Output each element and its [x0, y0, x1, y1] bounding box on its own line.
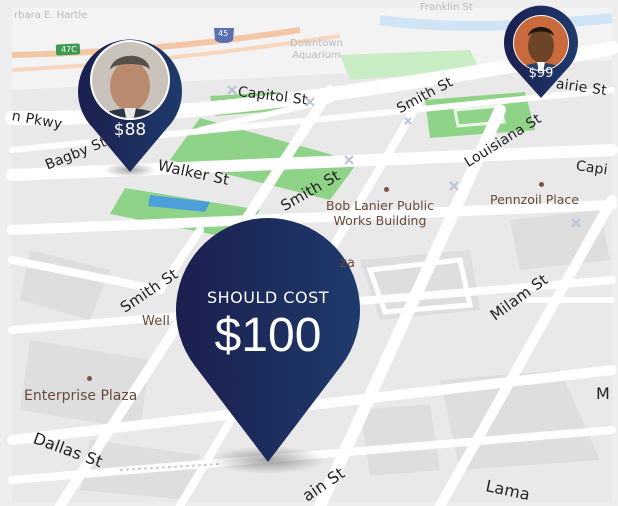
pin-price-label: $100 [214, 309, 322, 362]
poi-label-enterprise-plaza: Enterprise Plaza [24, 388, 138, 404]
highway-shield-47c: 47C [61, 45, 77, 54]
pin-price-label: $88 [113, 120, 147, 140]
street-label-wells-partial: Well [142, 314, 171, 329]
person-avatar [514, 16, 568, 70]
price-pin-left[interactable]: $88 [78, 28, 182, 174]
poi-dot [87, 376, 92, 381]
highway-shield-45: 45 [218, 29, 229, 38]
street-label-m: M [596, 384, 611, 403]
price-pin-right[interactable]: $99 [504, 6, 578, 102]
pin-title-label: SHOULD COST [206, 288, 329, 307]
poi-dot [539, 182, 544, 187]
pin-price-label: $99 [528, 66, 554, 81]
street-label-faint: rbara E. Hartle [14, 10, 88, 21]
poi-label-pennzoil-place: Pennzoil Place [490, 192, 579, 207]
price-pin-main[interactable]: SHOULD COST $100 [176, 228, 360, 464]
map-view[interactable]: rbara E. Hartle Franklin St Downtown Aqu… [0, 0, 618, 506]
poi-dot [384, 187, 389, 192]
person-avatar [92, 42, 168, 118]
poi-label-bob-lanier: Bob Lanier Public Works Building [326, 198, 434, 228]
poi-label-downtown-aquarium: Downtown Aquarium [290, 38, 343, 61]
street-label-faint: Franklin St [420, 2, 473, 13]
